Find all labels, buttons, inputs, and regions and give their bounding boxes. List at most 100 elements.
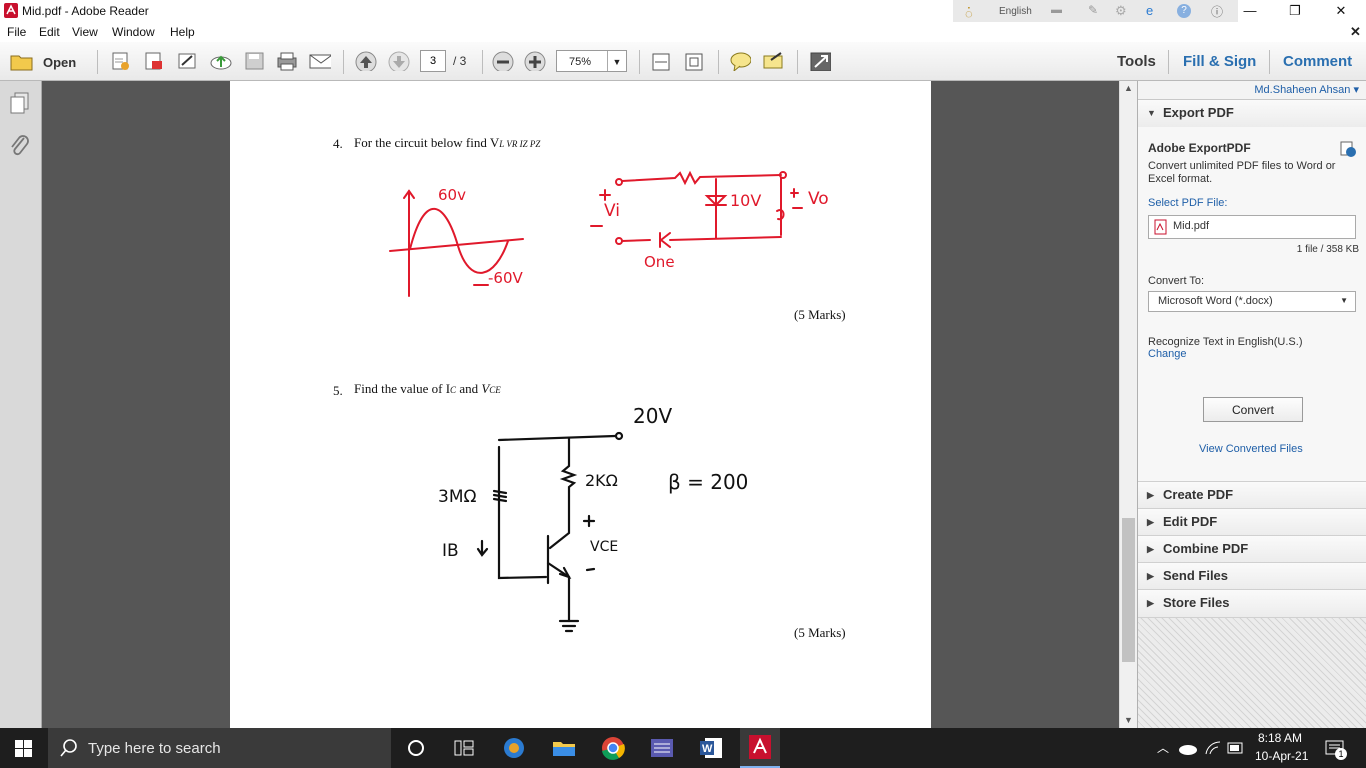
adobe-reader-taskbar-button[interactable] [740, 728, 780, 768]
pdf-edit-icon[interactable] [143, 51, 165, 71]
close-button[interactable]: ✕ [1318, 0, 1364, 22]
view-converted-files-link[interactable]: View Converted Files [1199, 443, 1303, 455]
highlight-icon[interactable] [762, 51, 784, 71]
language-label[interactable]: English [999, 6, 1032, 17]
fit-page-icon[interactable] [683, 51, 705, 71]
ime-icon[interactable]: ꩌ [965, 3, 973, 23]
show-hidden-icons-chevron-icon[interactable]: ︿ [1157, 739, 1169, 756]
save-icon[interactable] [244, 51, 266, 71]
page-thumbnails-icon[interactable] [9, 91, 31, 115]
windows-start-icon[interactable] [15, 740, 32, 757]
restore-button[interactable]: ❐ [1272, 0, 1318, 22]
calculator-app-icon[interactable] [648, 734, 676, 762]
adobe-reader-icon [4, 3, 18, 18]
fit-width-icon[interactable] [650, 51, 672, 71]
cortana-icon[interactable] [407, 739, 425, 757]
ie-icon[interactable]: e [1146, 3, 1153, 18]
store-files-section[interactable]: ▶ Store Files [1138, 589, 1366, 617]
word-icon[interactable]: W [697, 734, 725, 762]
export-info-icon[interactable] [1339, 140, 1357, 158]
zoom-out-icon[interactable] [492, 51, 514, 71]
document-view[interactable]: 4. For the circuit below find VL VR IZ P… [42, 81, 1119, 728]
onedrive-cloud-icon[interactable] [1178, 741, 1198, 755]
battery-icon[interactable] [1227, 742, 1245, 754]
hand-label-20v: 20V [633, 404, 673, 428]
menu-window[interactable]: Window [112, 25, 155, 39]
chevron-down-icon: ▼ [1340, 296, 1348, 305]
comment-pane-link[interactable]: Comment [1283, 53, 1352, 70]
pdf-file-icon [1154, 219, 1167, 235]
menu-bar: File Edit View Window Help ✕ [0, 22, 1366, 42]
window-title: Mid.pdf - Adobe Reader [22, 4, 149, 18]
close-document-icon[interactable]: ✕ [1350, 24, 1361, 40]
open-button[interactable]: Open [10, 51, 90, 73]
task-view-icon[interactable] [454, 739, 474, 757]
menu-help[interactable]: Help [170, 25, 195, 39]
notification-count-badge: 1 [1335, 748, 1347, 760]
zoom-select[interactable]: 75% ▼ [556, 50, 627, 72]
scroll-thumb[interactable] [1122, 518, 1135, 662]
adobe-exportpdf-title: Adobe ExportPDF [1148, 141, 1251, 155]
collapsed-arrow-icon: ▶ [1147, 571, 1154, 581]
comment-note-icon[interactable] [729, 51, 751, 71]
fill-sign-pane-link[interactable]: Fill & Sign [1183, 53, 1256, 70]
tools-pane-link[interactable]: Tools [1117, 53, 1156, 70]
info-icon[interactable]: ⓘ [1211, 3, 1223, 20]
wifi-icon[interactable] [1204, 740, 1222, 756]
vertical-scrollbar[interactable]: ▲ ▼ [1119, 81, 1137, 728]
page-number-input[interactable] [420, 50, 446, 72]
export-pdf-header[interactable]: ▼ Export PDF [1138, 99, 1366, 127]
menu-file[interactable]: File [7, 25, 26, 39]
full-screen-icon[interactable] [809, 51, 831, 71]
folder-icon [10, 55, 33, 71]
adobe-reader-icon [749, 735, 771, 759]
zoom-in-icon[interactable] [524, 51, 546, 71]
sign-icon[interactable] [177, 51, 199, 71]
selected-file-name: Mid.pdf [1173, 220, 1210, 232]
search-icon [60, 739, 77, 757]
convert-button[interactable]: Convert [1203, 397, 1303, 422]
clock-date[interactable]: 10-Apr-21 [1255, 749, 1308, 763]
clock-time[interactable]: 8:18 AM [1258, 731, 1302, 745]
help-icon[interactable]: ? [1177, 4, 1191, 18]
taskbar-search-box[interactable]: Type here to search [48, 728, 391, 768]
send-files-section[interactable]: ▶ Send Files [1138, 562, 1366, 590]
chevron-down-icon: ▼ [607, 51, 626, 71]
notifications-button[interactable]: 1 [1325, 739, 1347, 760]
menu-edit[interactable]: Edit [39, 25, 60, 39]
recognize-text-label: Recognize Text in English(U.S.) [1148, 336, 1303, 348]
gear-icon[interactable]: ⚙ [1115, 3, 1127, 19]
svg-text:W: W [702, 743, 713, 755]
language-bar: ꩌ English ▬ ✎ ⚙ e ? ⓘ [953, 0, 1238, 22]
expanded-arrow-icon: ▼ [1147, 108, 1156, 118]
scroll-up-icon[interactable]: ▲ [1124, 83, 1133, 93]
format-value: Microsoft Word (*.docx) [1158, 295, 1273, 307]
next-page-icon[interactable] [388, 51, 410, 71]
previous-page-icon[interactable] [355, 51, 377, 71]
selected-file-field[interactable]: Mid.pdf [1148, 215, 1356, 239]
combine-pdf-section[interactable]: ▶ Combine PDF [1138, 535, 1366, 563]
format-select[interactable]: Microsoft Word (*.docx) ▼ [1148, 291, 1356, 312]
taskbar: Type here to search W ︿ 8:18 AM 10-Apr-2… [0, 728, 1366, 768]
user-account-link[interactable]: Md.Shaheen Ahsan ▾ [1254, 83, 1359, 96]
open-label: Open [43, 55, 77, 70]
chrome-icon[interactable] [599, 734, 627, 762]
zoom-value: 75% [569, 56, 592, 68]
export-description: Convert unlimited PDF files to Word or E… [1148, 160, 1336, 185]
upload-cloud-icon[interactable] [210, 51, 232, 71]
create-pdf-section[interactable]: ▶ Create PDF [1138, 481, 1366, 509]
email-icon[interactable] [309, 51, 331, 71]
minimize-button[interactable]: — [1227, 0, 1273, 22]
scroll-down-icon[interactable]: ▼ [1124, 715, 1133, 725]
file-explorer-icon[interactable] [550, 734, 578, 762]
pen-icon[interactable]: ✎ [1088, 3, 1098, 17]
media-player-app-icon[interactable] [500, 734, 528, 762]
create-pdf-icon[interactable] [110, 51, 132, 71]
attachments-paperclip-icon[interactable] [9, 133, 31, 159]
change-language-link[interactable]: Change [1148, 348, 1187, 360]
menu-view[interactable]: View [72, 25, 98, 39]
edit-pdf-section[interactable]: ▶ Edit PDF [1138, 508, 1366, 536]
print-icon[interactable] [276, 51, 298, 71]
keyboard-icon[interactable]: ▬ [1051, 4, 1062, 16]
tools-pane: Md.Shaheen Ahsan ▾ ▼ Export PDF Adobe Ex… [1137, 81, 1366, 728]
